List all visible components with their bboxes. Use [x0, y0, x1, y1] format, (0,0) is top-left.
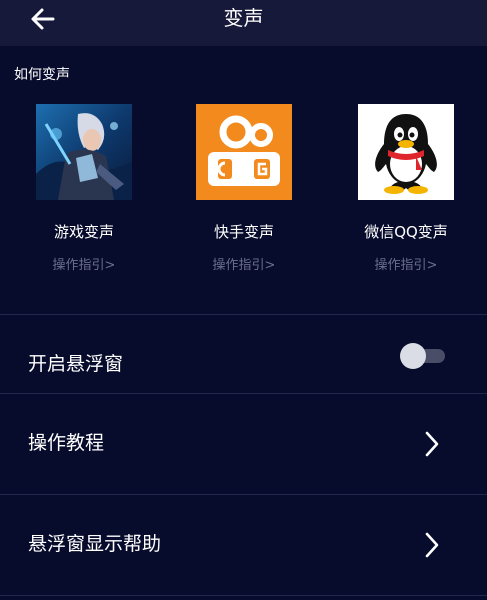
app-name: 快手变声	[213, 223, 274, 241]
page-title: 变声	[223, 6, 264, 30]
divider	[0, 595, 487, 596]
guide-link[interactable]: 操作指引>	[346, 257, 466, 274]
tutorial-label: 操作教程	[28, 432, 105, 454]
app-card-game[interactable]: 游戏变声 操作指引>	[24, 104, 144, 274]
section-heading: 如何变声	[14, 67, 70, 83]
help-label: 悬浮窗显示帮助	[28, 533, 162, 555]
top-bar: 变声	[0, 0, 487, 46]
divider	[0, 393, 487, 394]
app-name: 游戏变声	[53, 223, 114, 241]
divider	[0, 494, 487, 495]
chevron-right-icon	[425, 431, 439, 457]
app-card-qq[interactable]: 微信QQ变声 操作指引>	[346, 104, 466, 274]
app-name: 微信QQ变声	[364, 223, 448, 241]
guide-link[interactable]: 操作指引>	[184, 257, 304, 274]
qq-penguin-icon	[358, 104, 454, 200]
toggle-knob	[400, 343, 426, 369]
kuaishou-logo-icon	[196, 104, 292, 200]
guide-link[interactable]: 操作指引>	[24, 257, 144, 274]
divider	[0, 314, 487, 315]
floating-window-toggle[interactable]	[400, 343, 445, 369]
app-card-kuaishou[interactable]: 快手变声 操作指引>	[184, 104, 304, 274]
game-hero-art-icon	[36, 104, 132, 200]
floating-window-label: 开启悬浮窗	[28, 353, 124, 375]
chevron-right-icon	[425, 532, 439, 558]
help-row[interactable]: 悬浮窗显示帮助	[0, 496, 487, 594]
tutorial-row[interactable]: 操作教程	[0, 395, 487, 493]
